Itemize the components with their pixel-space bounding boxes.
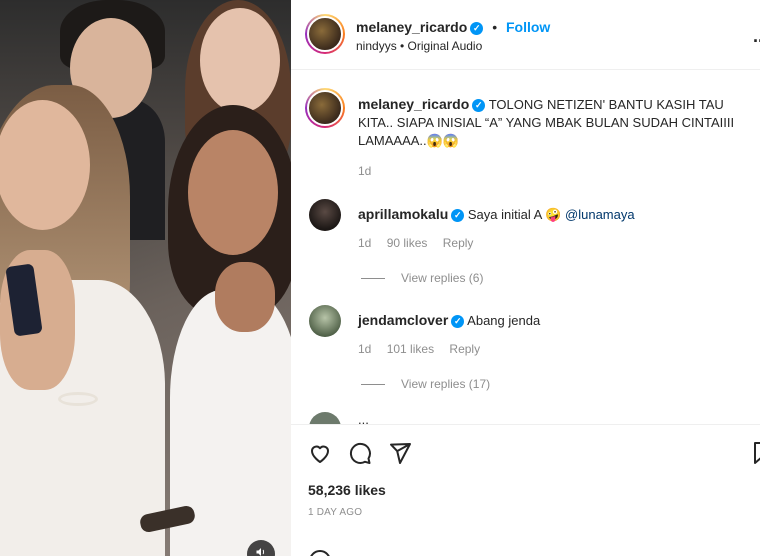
comment-body: Abang jenda — [467, 313, 541, 328]
replies-divider — [361, 277, 385, 279]
follow-button[interactable]: Follow — [506, 19, 550, 35]
comment-body: Saya initial A 🤪 — [467, 207, 562, 222]
comment-time: 1d — [358, 342, 372, 356]
view-replies-label: View replies (6) — [401, 271, 484, 285]
comment-item-partial: ... — [309, 412, 749, 424]
comment-text: aprillamokalu ✓ Saya initial A 🤪 @lunamay… — [358, 206, 635, 223]
caption-username[interactable]: melaney_ricardo — [358, 96, 469, 112]
comment-likes[interactable]: 90 likes — [387, 236, 428, 250]
separator-dot: • — [492, 19, 498, 35]
post-date: 1 DAY AGO — [308, 507, 363, 518]
person-face — [200, 8, 280, 113]
caption-text: melaney_ricardo ✓ TOLONG NETIZEN' BANTU K… — [358, 95, 758, 150]
header-user-line: melaney_ricardo ✓ • Follow — [356, 19, 550, 35]
avatar-image — [307, 90, 343, 126]
reply-button[interactable]: Reply — [443, 236, 474, 250]
comment-time: 1d — [358, 236, 372, 250]
username-link[interactable]: melaney_ricardo — [356, 19, 467, 35]
avatar[interactable] — [305, 14, 345, 54]
likes-count[interactable]: 58,236 likes — [308, 482, 386, 498]
view-replies-label: View replies (17) — [401, 377, 491, 391]
audio-link[interactable]: nindyys • Original Audio — [356, 39, 482, 53]
post-media[interactable] — [0, 0, 291, 556]
person-face — [188, 130, 278, 255]
reply-button[interactable]: Reply — [449, 342, 480, 356]
verified-badge-icon: ✓ — [451, 315, 465, 329]
comment-likes[interactable]: 101 likes — [387, 342, 434, 356]
bracelet — [58, 392, 98, 406]
avatar-image — [307, 16, 343, 52]
view-replies-button[interactable]: View replies (17) — [361, 377, 490, 391]
mention-link[interactable]: @lunamaya — [565, 207, 635, 222]
comment-username[interactable]: jendamclover — [358, 312, 448, 328]
comment-meta: 1d 101 likes Reply — [358, 342, 492, 356]
speaker-icon — [255, 545, 267, 556]
verified-badge-icon: ✓ — [470, 21, 484, 35]
comment-meta: 1d 90 likes Reply — [358, 236, 485, 250]
replies-divider — [361, 383, 385, 385]
verified-badge-icon: ✓ — [472, 99, 486, 113]
bookmark-icon[interactable] — [750, 441, 760, 465]
post-actions: 58,236 likes 1 DAY AGO — [291, 424, 760, 556]
comment-text: jendamclover ✓ Abang jenda — [358, 312, 541, 329]
comment-text-partial: ... — [358, 412, 369, 424]
view-replies-button[interactable]: View replies (6) — [361, 271, 483, 285]
more-options-icon[interactable]: ... — [753, 26, 760, 47]
comment-username[interactable]: aprillamokalu — [358, 206, 448, 222]
comment-avatar[interactable] — [309, 305, 341, 337]
heart-icon[interactable] — [308, 441, 332, 465]
comment-avatar[interactable] — [309, 412, 341, 424]
emoji-icon[interactable] — [308, 549, 332, 556]
share-icon[interactable] — [388, 441, 412, 465]
post-header: melaney_ricardo ✓ • Follow nindyys • Orig… — [291, 0, 760, 70]
verified-badge-icon: ✓ — [451, 209, 465, 223]
caption-time: 1d — [358, 164, 372, 178]
person-hand — [215, 262, 275, 332]
comment-avatar[interactable] — [309, 199, 341, 231]
post-panel: melaney_ricardo ✓ • Follow nindyys • Orig… — [291, 0, 760, 556]
avatar[interactable] — [305, 88, 345, 128]
comment-icon[interactable] — [348, 441, 372, 465]
